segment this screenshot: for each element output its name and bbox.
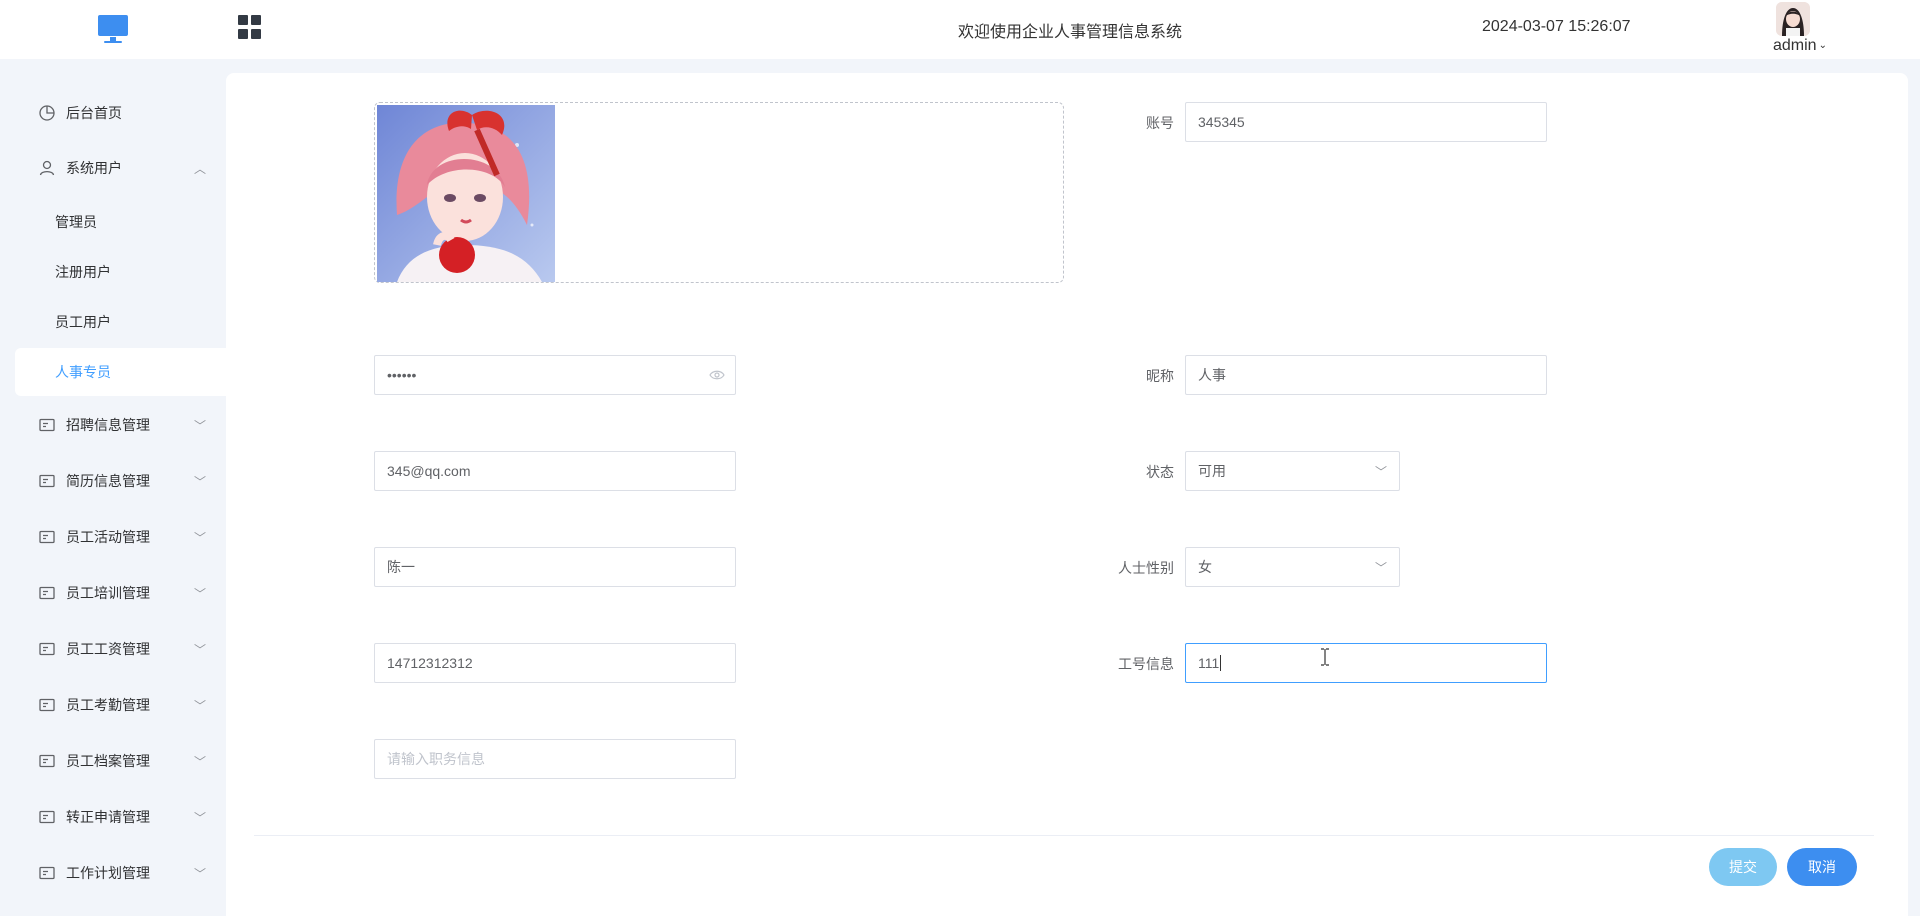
text-caret (1220, 655, 1222, 671)
sidebar-item-regularization[interactable]: 转正申请管理 ﹀ (15, 792, 226, 842)
chevron-down-icon: ﹀ (193, 811, 206, 825)
card-icon (38, 696, 56, 714)
chevron-down-icon: ⌄ (1818, 40, 1827, 51)
account-field[interactable]: 345345 (1185, 102, 1547, 142)
card-icon (38, 864, 56, 882)
password-field[interactable]: •••••• (374, 355, 736, 395)
status-selected-value: 可用 (1198, 463, 1226, 479)
ibeam-cursor-icon (1320, 648, 1330, 671)
account-label: 账号 (1146, 115, 1174, 131)
chevron-down-icon: ﹀ (193, 755, 206, 769)
sidebar-subitem-employee-users[interactable]: 员工用户 (15, 298, 226, 346)
chevron-down-icon: ﹀ (193, 475, 206, 489)
phone-field[interactable]: 14712312312 (374, 643, 736, 683)
card-icon (38, 416, 56, 434)
sidebar: 后台首页 系统用户 ︿ 管理员 注册用户 员工用户 人事专员 招聘信息管理 ﹀ … (0, 59, 226, 916)
position-field[interactable]: 请输入职务信息 (374, 739, 736, 779)
card-icon (38, 584, 56, 602)
card-icon (38, 808, 56, 826)
chevron-down-icon: ﹀ (193, 867, 206, 881)
current-datetime: 2024-03-07 15:26:07 (1482, 18, 1631, 35)
avatar-upload[interactable] (374, 102, 1064, 283)
gender-select[interactable]: 女 ﹀ (1185, 547, 1400, 587)
top-header: 欢迎使用企业人事管理信息系统 2024-03-07 15:26:07 admin… (0, 0, 1920, 59)
gender-selected-value: 女 (1198, 559, 1212, 575)
sidebar-subitem-admin[interactable]: 管理员 (15, 198, 226, 246)
sidebar-item-work-plan[interactable]: 工作计划管理 ﹀ (15, 848, 226, 898)
chevron-up-icon: ︿ (193, 162, 206, 176)
sidebar-item-activity[interactable]: 员工活动管理 ﹀ (15, 512, 226, 562)
sidebar-subitem-hr-specialist[interactable]: 人事专员 (15, 348, 226, 396)
email-field[interactable]: 345@qq.com (374, 451, 736, 491)
chevron-down-icon: ﹀ (1374, 465, 1387, 479)
chevron-down-icon: ﹀ (1374, 561, 1387, 575)
status-label: 状态 (1146, 464, 1174, 480)
sidebar-item-label: 后台首页 (66, 105, 122, 121)
sidebar-item-label: 员工档案管理 (66, 753, 150, 769)
sidebar-item-training[interactable]: 员工培训管理 ﹀ (15, 568, 226, 618)
nickname-label: 昵称 (1146, 368, 1174, 384)
sidebar-item-recruitment[interactable]: 招聘信息管理 ﹀ (15, 400, 226, 450)
sidebar-item-label: 转正申请管理 (66, 809, 150, 825)
chevron-down-icon: ﹀ (193, 699, 206, 713)
card-icon (38, 752, 56, 770)
card-icon (38, 528, 56, 546)
status-select[interactable]: 可用 ﹀ (1185, 451, 1400, 491)
gender-label: 人士性别 (1118, 560, 1174, 576)
card-icon (38, 472, 56, 490)
card-icon (38, 640, 56, 658)
avatar-image (377, 105, 555, 282)
sidebar-item-label: 员工活动管理 (66, 529, 150, 545)
sidebar-item-home[interactable]: 后台首页 (15, 88, 226, 138)
chevron-down-icon: ﹀ (193, 643, 206, 657)
sidebar-item-attendance[interactable]: 员工考勤管理 ﹀ (15, 680, 226, 730)
sidebar-item-label: 员工工资管理 (66, 641, 150, 657)
submit-button[interactable]: 提交 (1709, 848, 1777, 886)
sidebar-item-archive[interactable]: 员工档案管理 ﹀ (15, 736, 226, 786)
jobno-field[interactable]: 111 (1185, 643, 1547, 683)
eye-icon[interactable] (709, 368, 725, 385)
name-field[interactable]: 陈一 (374, 547, 736, 587)
chevron-down-icon: ﹀ (193, 531, 206, 545)
sidebar-item-label: 简历信息管理 (66, 473, 150, 489)
cancel-button[interactable]: 取消 (1787, 848, 1857, 886)
sidebar-item-salary[interactable]: 员工工资管理 ﹀ (15, 624, 226, 674)
chevron-down-icon: ﹀ (193, 419, 206, 433)
sidebar-item-label: 工作计划管理 (66, 865, 150, 881)
sidebar-item-system-users[interactable]: 系统用户 ︿ (15, 143, 226, 193)
jobno-label: 工号信息 (1118, 656, 1174, 672)
system-title: 欢迎使用企业人事管理信息系统 (957, 24, 1182, 41)
sidebar-item-resume[interactable]: 简历信息管理 ﹀ (15, 456, 226, 506)
user-icon (38, 159, 56, 177)
sidebar-item-label: 员工培训管理 (66, 585, 150, 601)
jobno-value: 111 (1198, 655, 1220, 671)
sidebar-item-label: 系统用户 (66, 160, 122, 176)
sidebar-item-label: 员工考勤管理 (66, 697, 150, 713)
user-avatar[interactable] (1776, 2, 1810, 36)
form-divider (254, 835, 1874, 836)
sidebar-subitem-registered-users[interactable]: 注册用户 (15, 248, 226, 296)
clock-icon (38, 104, 56, 122)
sidebar-item-label: 招聘信息管理 (66, 417, 150, 433)
nickname-field[interactable]: 人事 (1185, 355, 1547, 395)
password-value: •••••• (387, 367, 417, 383)
form-panel: 头像 (226, 73, 1908, 916)
chevron-down-icon: ﹀ (193, 587, 206, 601)
user-menu[interactable]: admin ⌄ (1773, 37, 1827, 55)
user-name-label: admin (1773, 37, 1817, 54)
